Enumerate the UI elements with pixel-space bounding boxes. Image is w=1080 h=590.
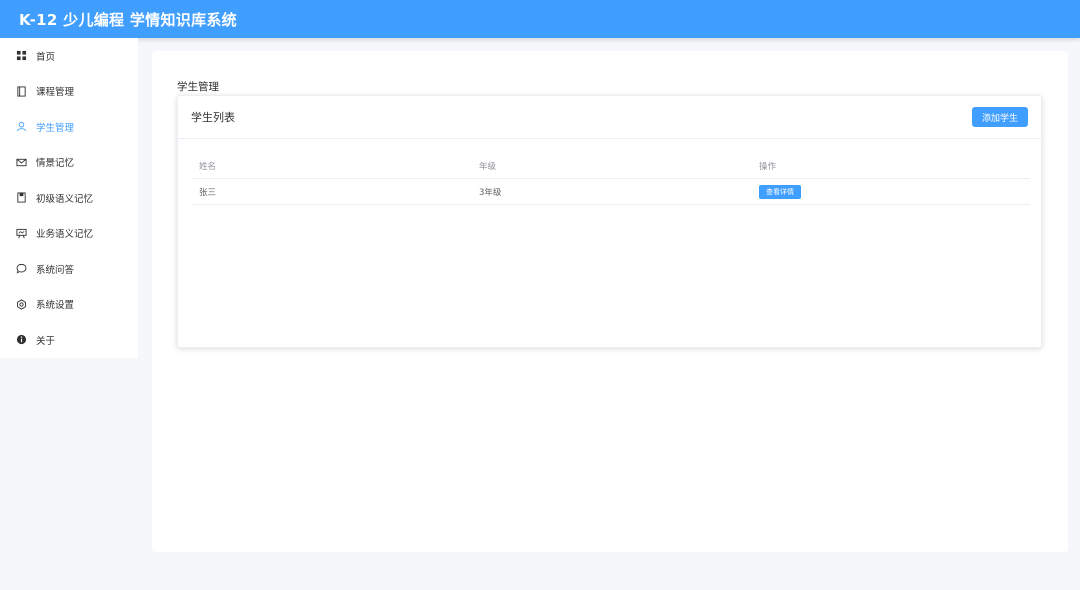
table-row: 张三 3年级 查看详情: [192, 179, 1030, 205]
gear-icon: [15, 298, 27, 310]
sidebar-item-label: 业务语义记忆: [36, 229, 94, 241]
column-header-actions: 操作: [759, 161, 777, 172]
card-title: 学生列表: [191, 111, 235, 124]
user-icon: [15, 121, 27, 133]
notebook-icon: [15, 192, 27, 204]
sidebar-item-basic-semantic-memory[interactable]: 初级语义记忆: [0, 180, 138, 216]
presentation-icon: [15, 227, 27, 239]
card-header: 学生列表 添加学生: [178, 96, 1041, 139]
sidebar-item-about[interactable]: 关于: [0, 322, 138, 358]
book-icon: [15, 85, 27, 97]
sidebar-item-qa[interactable]: 系统问答: [0, 251, 138, 287]
sidebar-item-settings[interactable]: 系统设置: [0, 287, 138, 323]
sidebar-item-episodic-memory[interactable]: 情景记忆: [0, 145, 138, 181]
sidebar-item-label: 系统问答: [36, 264, 75, 276]
sidebar-item-label: 情景记忆: [36, 158, 75, 170]
cell-actions: 查看详情: [752, 184, 1030, 199]
sidebar-item-home[interactable]: 首页: [0, 38, 138, 74]
top-bar: K-12 少儿编程 学情知识库系统: [0, 0, 1080, 38]
column-header-grade: 年级: [479, 161, 497, 172]
view-details-button[interactable]: 查看详情: [759, 184, 801, 199]
cell-name: 张三: [199, 187, 217, 198]
sidebar-item-label: 关于: [36, 335, 56, 347]
sidebar-item-business-semantic-memory[interactable]: 业务语义记忆: [0, 216, 138, 252]
page-title: 学生管理: [177, 81, 219, 93]
column-header-name: 姓名: [199, 161, 217, 172]
info-icon: [15, 334, 27, 346]
mail-icon: [15, 156, 27, 168]
sidebar-item-label: 首页: [36, 51, 56, 63]
student-table: 姓名 年级 操作 张三 3年级 查看详情: [192, 153, 1030, 205]
cell-grade: 3年级: [479, 187, 502, 198]
main-panel: 学生管理 学生列表 添加学生 姓名 年级 操作 张三 3年级 查看详情: [152, 51, 1068, 552]
chat-bubble-icon: [15, 263, 27, 275]
student-list-card: 学生列表 添加学生 姓名 年级 操作 张三 3年级 查看详情: [177, 95, 1042, 348]
sidebar-item-label: 学生管理: [36, 122, 75, 134]
sidebar-item-courses[interactable]: 课程管理: [0, 74, 138, 110]
add-student-button[interactable]: 添加学生: [971, 107, 1028, 127]
sidebar-item-label: 课程管理: [36, 87, 75, 99]
sidebar: 首页 课程管理 学生管理 情景记忆 初级语义记忆 业务语义记忆 系统问答 系统设…: [0, 38, 138, 358]
sidebar-item-label: 系统设置: [36, 300, 75, 312]
app-title: K-12 少儿编程 学情知识库系统: [19, 10, 237, 29]
sidebar-item-label: 初级语义记忆: [36, 193, 94, 205]
grid-icon: [15, 50, 27, 62]
table-header-row: 姓名 年级 操作: [192, 153, 1030, 179]
sidebar-item-students[interactable]: 学生管理: [0, 109, 138, 145]
